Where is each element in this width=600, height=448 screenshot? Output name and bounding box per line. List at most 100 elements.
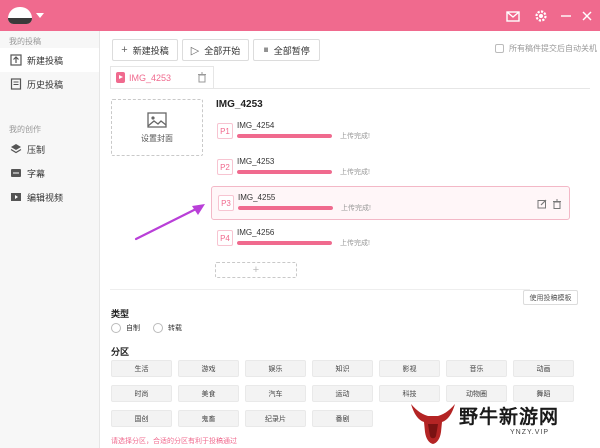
category-option[interactable]: 美食: [178, 385, 239, 402]
layers-icon: [10, 144, 22, 154]
category-option[interactable]: 游戏: [178, 360, 239, 377]
watermark-url: YNZY.VIP: [510, 429, 549, 436]
mail-icon[interactable]: [505, 8, 521, 24]
category-option[interactable]: 运动: [312, 385, 373, 402]
new-post-label: 新建投稿: [132, 45, 169, 56]
plus-icon: +: [121, 44, 128, 56]
subtitle-icon: [11, 169, 21, 177]
category-option[interactable]: 番剧: [312, 410, 373, 427]
part-badge: P2: [217, 159, 233, 175]
part-name: IMG_4256: [237, 228, 275, 237]
progress-bar: [237, 241, 332, 245]
play-icon: ▷: [190, 44, 200, 57]
cover-label: 设置封面: [141, 134, 173, 143]
annotation-arrow-icon: [134, 204, 205, 241]
radio-button[interactable]: [111, 323, 121, 333]
sidebar-item-compress[interactable]: 压制: [0, 137, 99, 161]
part-name: IMG_4255: [238, 193, 276, 202]
pause-all-button[interactable]: ⏸ 全部暂停: [253, 39, 320, 61]
minimize-icon[interactable]: [558, 8, 574, 24]
upload-icon: [10, 54, 22, 66]
category-option[interactable]: 影视: [379, 360, 440, 377]
sidebar-section-create: 我的创作: [9, 125, 41, 134]
type-option-repost[interactable]: 转载: [153, 323, 182, 333]
edit-icon[interactable]: [537, 199, 547, 209]
app-logo-icon[interactable]: [8, 7, 32, 24]
sidebar-item-new-post[interactable]: 新建投稿: [0, 48, 99, 72]
trash-icon[interactable]: [552, 199, 562, 209]
progress-fill: [237, 241, 332, 245]
post-title: IMG_4253: [216, 99, 263, 110]
part-status: 上传完成!: [340, 133, 370, 140]
part-status: 上传完成!: [341, 205, 371, 212]
category-option[interactable]: 汽车: [245, 385, 306, 402]
part-actions: [537, 199, 562, 209]
pause-all-label: 全部暂停: [273, 45, 310, 56]
part-status: 上传完成!: [340, 240, 370, 247]
tab-post[interactable]: IMG_4253: [110, 66, 214, 88]
part-badge: P1: [217, 123, 233, 139]
category-section-label: 分区: [111, 347, 130, 357]
type-section-label: 类型: [111, 309, 130, 319]
sidebar-item-label: 新建投稿: [27, 55, 64, 66]
bull-logo-icon: [411, 404, 455, 444]
part-badge: P4: [217, 230, 233, 246]
section-divider: [110, 289, 530, 290]
sidebar: 我的投稿 新建投稿 历史投稿 我的创作 压制 字幕 编辑视频: [0, 31, 100, 448]
type-option-original[interactable]: 自制: [111, 323, 140, 333]
category-option[interactable]: 国创: [111, 410, 172, 427]
category-option[interactable]: 知识: [312, 360, 373, 377]
category-option[interactable]: 时尚: [111, 385, 172, 402]
close-icon[interactable]: [579, 8, 595, 24]
sidebar-item-label: 编辑视频: [27, 192, 64, 203]
sidebar-item-history[interactable]: 历史投稿: [0, 72, 99, 96]
chevron-down-icon[interactable]: [36, 13, 44, 18]
part-item[interactable]: P2 IMG_4253 上传完成!: [211, 151, 570, 185]
radio-button[interactable]: [153, 323, 163, 333]
sidebar-item-edit-video[interactable]: 编辑视频: [0, 185, 99, 209]
progress-bar: [238, 206, 333, 210]
sidebar-section-contribute: 我的投稿: [9, 37, 41, 46]
category-option[interactable]: 鬼畜: [178, 410, 239, 427]
progress-fill: [237, 134, 332, 138]
start-all-label: 全部开始: [204, 45, 241, 56]
category-option[interactable]: 生活: [111, 360, 172, 377]
start-all-button[interactable]: ▷ 全部开始: [182, 39, 249, 61]
new-post-button[interactable]: + 新建投稿: [112, 39, 178, 61]
category-option[interactable]: 音乐: [446, 360, 507, 377]
set-cover-button[interactable]: 设置封面: [111, 99, 203, 156]
part-item-selected[interactable]: P3 IMG_4255 上传完成!: [211, 186, 570, 220]
part-item[interactable]: P1 IMG_4254 上传完成!: [211, 115, 570, 149]
radio-label: 转载: [168, 325, 182, 332]
auto-shutdown-label: 所有稿件提交后自动关机: [509, 44, 597, 53]
progress-bar: [237, 134, 332, 138]
sidebar-item-label: 压制: [27, 144, 46, 155]
part-item[interactable]: P4 IMG_4256 上传完成!: [211, 222, 570, 256]
title-bar: [0, 0, 600, 31]
watermark-title: 野牛新游网: [459, 406, 560, 428]
watermark: 野牛新游网 YNZY.VIP: [404, 396, 600, 448]
use-template-button[interactable]: 使用投稿模板: [523, 290, 578, 305]
part-name: IMG_4254: [237, 121, 275, 130]
add-part-button[interactable]: +: [215, 262, 297, 278]
progress-bar: [237, 170, 332, 174]
category-hint: 请选择分区，合适的分区有利于投稿通过: [111, 438, 237, 445]
history-icon: [10, 78, 22, 90]
progress-fill: [238, 206, 333, 210]
video-file-icon: [116, 72, 125, 83]
trash-icon[interactable]: [197, 72, 207, 83]
category-option[interactable]: 娱乐: [245, 360, 306, 377]
category-option[interactable]: 动画: [513, 360, 574, 377]
category-option[interactable]: 纪录片: [245, 410, 306, 427]
part-status: 上传完成!: [340, 169, 370, 176]
part-badge: P3: [218, 195, 234, 211]
auto-shutdown-option[interactable]: 所有稿件提交后自动关机: [495, 43, 597, 54]
tab-label: IMG_4253: [129, 72, 172, 83]
auto-shutdown-checkbox[interactable]: [495, 44, 504, 53]
sidebar-item-subtitle[interactable]: 字幕: [0, 161, 99, 185]
image-icon: [147, 112, 167, 128]
video-edit-icon: [11, 193, 21, 201]
sidebar-item-label: 历史投稿: [27, 79, 64, 90]
gear-icon[interactable]: [533, 8, 549, 24]
pause-icon: ⏸: [263, 43, 269, 56]
